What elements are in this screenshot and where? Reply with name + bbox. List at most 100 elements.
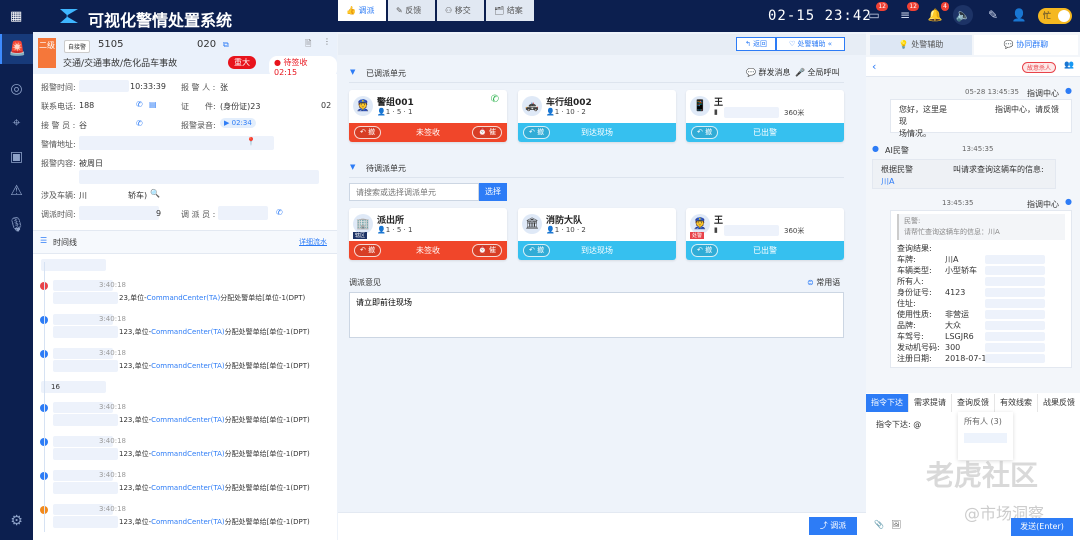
back-chevron-icon[interactable]: ‹ (872, 60, 876, 73)
tab-feedback[interactable]: ✎ 反馈 (388, 0, 435, 21)
revoke-button[interactable]: ↶ 撤 (354, 244, 382, 257)
map-pin-icon[interactable]: 📍 (246, 137, 256, 146)
global-call-button[interactable]: 🎤 全局呼叫 (795, 67, 840, 78)
entry-suffix: 分配处警单给[单位-1(DPT) (224, 328, 310, 336)
entry-link[interactable]: CommandCenter(TA) (147, 294, 221, 302)
assist-button[interactable]: ♡ 处警辅助 « (776, 37, 845, 51)
revoke-button[interactable]: ↶ 撤 (691, 126, 719, 139)
case-tag[interactable]: 故意杀人 (1022, 62, 1057, 73)
collapse-icon[interactable]: ▼ (350, 163, 355, 171)
sidebar-location-icon[interactable]: ⌖ (0, 108, 33, 138)
send-button[interactable]: 发送(Enter) (1011, 518, 1073, 536)
unit-status-bar: ↶ 撤 已出警 (686, 123, 844, 142)
user-status-icon[interactable]: 👤 (1011, 7, 1027, 23)
sidebar-target-icon[interactable]: ◎ (0, 74, 33, 104)
chat-tab[interactable]: 查询反馈 (952, 394, 995, 412)
tab-assist[interactable]: 💡 处警辅助 (870, 35, 972, 55)
label-dispatcher: 调 派 员 : (181, 210, 216, 219)
group-message-button[interactable]: 💬 群发消息 (746, 67, 791, 78)
tab-label: 反馈 (405, 6, 422, 15)
avatar-icon: ● (1065, 86, 1072, 95)
sidebar-alarm-icon[interactable]: 🚨 (0, 34, 33, 64)
entry-link[interactable]: CommandCenter(TA) (151, 484, 225, 492)
timeline-line (44, 262, 45, 532)
unit-avatar-icon: 👮 (353, 96, 373, 116)
edit-icon[interactable]: ✎ (985, 7, 1001, 23)
tab-dispatch[interactable]: 👍 调派 (338, 0, 386, 21)
mention-option[interactable]: 所有人 (3) (964, 417, 1002, 426)
collapse-icon[interactable]: ▼ (350, 68, 355, 76)
tab-close-case[interactable]: 🗂 结案 (486, 0, 534, 21)
unit-card[interactable]: 🏛 消防大队 👤1 · 10 · 2 ↶ 撤 到达现场 (518, 208, 676, 260)
vehicle-search-icon[interactable]: 🔍 (150, 189, 160, 198)
unit-card[interactable]: 👮 处警 王 ▮ 360米 ↶ 撤 已出警 (686, 208, 844, 260)
speaker-icon[interactable]: 🔈 (953, 5, 973, 25)
divider (349, 82, 844, 83)
unit-status: 未签收 (416, 246, 440, 255)
unit-card[interactable]: 🏢 辖区 派出所 👤1 · 5 · 1 ↶ 撤 未签收 ⏰ 催 (349, 208, 507, 260)
bell-icon[interactable]: 🔔 4 (927, 2, 949, 23)
mention-dropdown[interactable]: 所有人 (3) (958, 412, 1013, 460)
entry-link[interactable]: CommandCenter(TA) (151, 416, 225, 424)
urge-button[interactable]: ⏰ 催 (472, 244, 502, 257)
unit-name: 王 (714, 216, 724, 226)
unit-card[interactable]: 📱 王 ▮ 360米 ↶ 撤 已出警 (686, 90, 844, 142)
revoke-label: 撤 (537, 128, 545, 136)
timeline-time: 3:40:18 (99, 471, 126, 479)
result-title: 查询结果: (897, 244, 932, 253)
copy-icon[interactable]: ⧉ (223, 40, 229, 50)
more-icon[interactable]: ⋮ (323, 37, 331, 46)
chat-tab[interactable]: 指令下达 (866, 394, 909, 412)
countdown: 02:15 (274, 68, 298, 77)
attachment-icon[interactable]: 📎 (874, 520, 884, 529)
revoke-button[interactable]: ↶ 撤 (354, 126, 382, 139)
unit-card[interactable]: 🚓 车行组002 👤1 · 10 · 2 ↶ 撤 到达现场 (518, 90, 676, 142)
apps-grid-icon[interactable]: ▦ (10, 9, 22, 24)
message-icon[interactable]: ▭ 12 (866, 2, 888, 23)
urge-button[interactable]: ⏰ 催 (472, 126, 502, 139)
sidebar-warning-icon[interactable]: ⚠ (0, 176, 33, 206)
tab-transfer[interactable]: ⚇ 移交 (437, 0, 484, 21)
unit-distance: 360米 (784, 109, 805, 117)
busy-toggle[interactable]: 忙 (1038, 8, 1072, 24)
unit-search-input[interactable] (349, 183, 479, 201)
unit-card[interactable]: 👮 警组001 👤1 · 5 · 1 ✆ ↶ 撤 未签收 ⏰ 催 (349, 90, 507, 142)
operator-call-icon[interactable]: ✆ (136, 119, 143, 128)
back-button[interactable]: ↰ 返回 (736, 37, 776, 51)
entry-link[interactable]: CommandCenter(TA) (151, 518, 225, 526)
dispatcher-call-icon[interactable]: ✆ (276, 208, 283, 217)
chat-icon: 💬 (746, 68, 756, 77)
opinion-textarea[interactable]: 请立即前往现场 (349, 292, 844, 338)
phrase-icon: ⊜ (807, 278, 814, 287)
alarm-list-icon[interactable]: ≡ 12 (897, 2, 919, 23)
tab-label: 处警辅助 (911, 40, 944, 49)
document-icon[interactable]: 🗎 (305, 38, 311, 52)
revoke-button[interactable]: ↶ 撤 (691, 244, 719, 257)
chat-tab[interactable]: 有效线索 (995, 394, 1038, 412)
chat-tab[interactable]: 战果反馈 (1038, 394, 1080, 412)
severity-badge: 重大 (228, 56, 256, 69)
entry-link[interactable]: CommandCenter(TA) (151, 450, 225, 458)
logo-icon (60, 9, 78, 23)
sms-icon[interactable]: ▤ (149, 100, 157, 109)
entry-link[interactable]: CommandCenter(TA) (151, 362, 225, 370)
chat-tab[interactable]: 需求提请 (909, 394, 952, 412)
dispatch-button[interactable]: ⤴ 调派 (809, 517, 857, 535)
phone-call-icon[interactable]: ✆ (136, 100, 143, 109)
select-button[interactable]: 选择 (479, 183, 507, 201)
sidebar-monitor-icon[interactable]: ▣ (0, 142, 33, 172)
common-phrases-button[interactable]: ⊜ 常用语 (807, 277, 840, 288)
result-value: LSGJR6 (945, 332, 974, 341)
members-icon[interactable]: 👥 (1064, 60, 1074, 69)
image-icon[interactable]: 🖼 (891, 520, 901, 529)
detail-flow-link[interactable]: 详细流水 (299, 237, 327, 247)
tab-group-chat[interactable]: 💬 协同群聊 (974, 35, 1078, 55)
sidebar-settings-icon[interactable]: ⚙ (0, 506, 33, 536)
sidebar-microphone-icon[interactable]: 🎙 (0, 210, 33, 240)
recording-player[interactable]: ▶ 02:34 (220, 118, 256, 128)
phone-icon[interactable]: ✆ (491, 94, 499, 105)
message-sender: 指调中心 (1027, 200, 1059, 209)
revoke-button[interactable]: ↶ 撤 (523, 126, 551, 139)
entry-link[interactable]: CommandCenter(TA) (151, 328, 225, 336)
revoke-button[interactable]: ↶ 撤 (523, 244, 551, 257)
